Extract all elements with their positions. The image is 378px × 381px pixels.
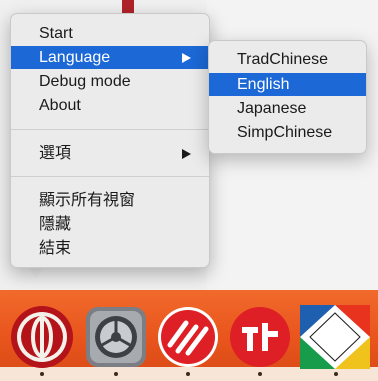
menu-item-options[interactable]: 選項: [11, 142, 209, 165]
red-s-logo-icon[interactable]: [156, 305, 220, 374]
running-indicator: [114, 372, 118, 376]
menu-item-start[interactable]: Start: [11, 22, 209, 45]
dock-context-menu: Start Language Debug mode About 選項 顯示所有視…: [10, 13, 210, 268]
color-flag-icon[interactable]: [300, 305, 370, 374]
running-indicator: [258, 372, 262, 376]
menu-item-debug-mode[interactable]: Debug mode: [11, 70, 209, 93]
running-indicator: [40, 372, 44, 376]
menu-item-language[interactable]: Language: [11, 46, 209, 69]
menu-item-label: 選項: [39, 145, 72, 162]
menu-item-quit[interactable]: 結束: [11, 237, 209, 260]
menu-item-hide[interactable]: 隱藏: [11, 213, 209, 236]
running-indicator: [186, 372, 190, 376]
language-option-japanese[interactable]: Japanese: [209, 97, 366, 120]
menu-item-show-all-windows[interactable]: 顯示所有視窗: [11, 189, 209, 212]
language-option-tradchinese[interactable]: TradChinese: [209, 48, 366, 71]
submenu-arrow-icon: [182, 53, 191, 63]
language-submenu: TradChinese English Japanese SimpChinese: [208, 40, 367, 154]
menu-separator: [11, 129, 209, 130]
submenu-arrow-icon: [182, 149, 191, 159]
menu-item-label: Language: [39, 49, 111, 66]
menu-separator: [11, 176, 209, 177]
red-jt-logo-icon[interactable]: [228, 305, 292, 374]
language-option-simpchinese[interactable]: SimpChinese: [209, 121, 366, 144]
language-option-english[interactable]: English: [209, 73, 366, 96]
menu-item-about[interactable]: About: [11, 94, 209, 117]
system-preferences-icon[interactable]: [84, 305, 148, 374]
app-logo-icon[interactable]: [10, 305, 74, 374]
running-indicator: [334, 372, 338, 376]
